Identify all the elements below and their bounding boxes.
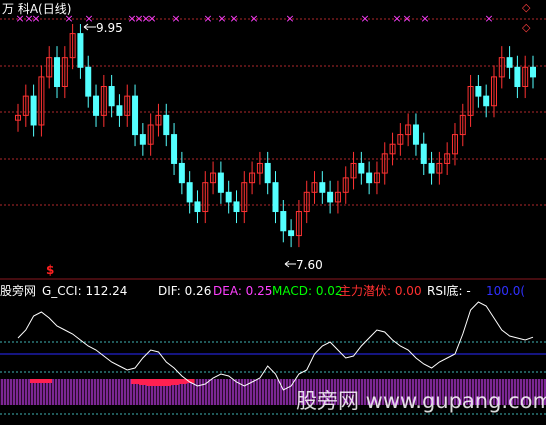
candle-body <box>93 95 100 116</box>
cci-value: G_CCI: 112.24 <box>42 284 128 298</box>
candle-body <box>139 134 146 145</box>
signal-marker: × <box>229 12 238 25</box>
candle-body <box>319 182 326 193</box>
signal-marker: × <box>84 12 93 25</box>
candlestick-series <box>15 24 536 248</box>
candle-body <box>171 134 178 164</box>
candle-body <box>272 182 279 213</box>
chart-canvas: × ×× × × ×××× × × × × × × × × × × × <box>0 12 546 415</box>
main-force-bar <box>146 379 156 386</box>
main-force-bar <box>138 379 148 385</box>
dea-value: DEA: 0.25 <box>213 284 273 298</box>
candle-body <box>194 201 201 213</box>
candle-body <box>475 86 482 97</box>
signal-marker: × <box>402 12 411 25</box>
candle-body <box>178 162 185 184</box>
signal-marker: × <box>249 12 258 25</box>
candle-body <box>233 201 240 213</box>
signal-marker: × <box>217 12 226 25</box>
cci-line <box>17 301 534 391</box>
candle-body <box>412 124 419 145</box>
signal-marker: × <box>285 12 294 25</box>
signal-marker: × <box>147 12 156 25</box>
signal-marker: × <box>484 12 493 25</box>
candle-body <box>280 211 287 232</box>
candle-body <box>428 162 435 174</box>
corner-diamond-icon[interactable]: ◇ <box>522 1 530 15</box>
candle-body <box>264 162 271 184</box>
signal-marker: × <box>171 12 180 25</box>
candle-body <box>54 57 61 88</box>
main-force-value: 主力潜伏: 0.00 <box>339 284 422 298</box>
main-force-bar <box>162 379 172 386</box>
candle-body <box>217 172 224 193</box>
price-arrows <box>83 23 296 268</box>
signal-marker: × <box>420 12 429 25</box>
candle-body <box>358 162 365 174</box>
signal-marker: × <box>360 12 369 25</box>
corner-diamond-icon-2[interactable]: ◇ <box>522 21 530 35</box>
main-force-bar-left <box>30 379 52 383</box>
candle-body <box>132 95 139 136</box>
candle-body <box>163 114 170 136</box>
candle-body <box>420 143 427 164</box>
candle-body <box>85 66 92 97</box>
low-price-label: 7.60 <box>296 258 323 272</box>
signal-marker: × <box>203 12 212 25</box>
candle-body <box>327 191 334 203</box>
high-price-label: 9.95 <box>96 21 123 35</box>
main-force-bar <box>131 379 140 384</box>
candle-body <box>530 66 536 78</box>
main-force-bar <box>154 379 164 386</box>
candle-body <box>225 191 232 203</box>
candle-body <box>288 230 295 237</box>
site-name: 股旁网 <box>0 284 37 298</box>
chart-title: 万 科A(日线) <box>2 2 72 16</box>
candle-body <box>366 172 373 184</box>
signal-markers: × ×× × × ×××× × × × × × × × × × × × <box>15 12 493 25</box>
main-force-bar <box>177 379 187 384</box>
candle-body <box>186 182 193 203</box>
dollar-sign-icon: $ <box>46 263 55 277</box>
candle-body <box>514 66 521 88</box>
candle-body <box>116 105 123 116</box>
candle-body <box>483 95 490 107</box>
signal-marker: × <box>392 12 401 25</box>
candle-body <box>30 95 37 126</box>
candle-body <box>77 33 84 68</box>
rsi-label: RSI底: - <box>427 284 471 298</box>
candle-body <box>506 57 513 68</box>
watermark: 股旁网 www.gupang.com <box>296 389 546 413</box>
candle-body <box>108 86 115 107</box>
rsi-value: 100.0( <box>486 284 526 298</box>
dif-value: DIF: 0.26 <box>158 284 212 298</box>
main-force-bar <box>170 379 179 385</box>
macd-value: MACD: 0.02 <box>272 284 343 298</box>
